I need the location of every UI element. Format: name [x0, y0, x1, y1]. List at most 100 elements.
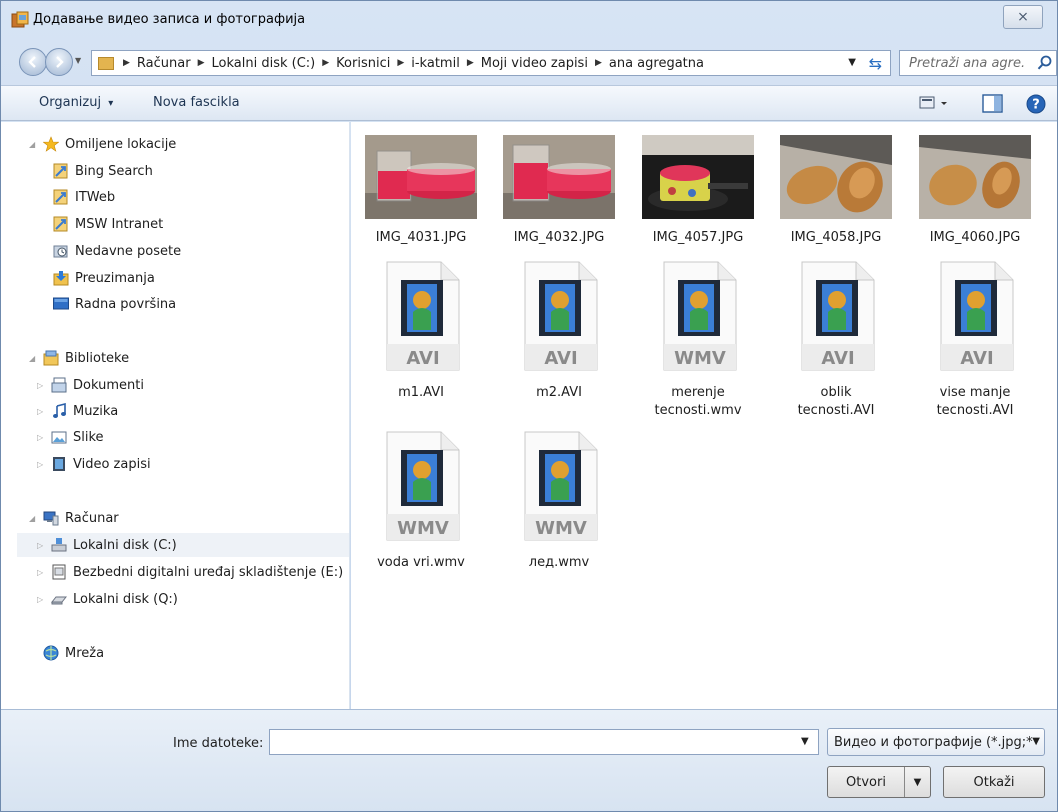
nav-item-label: Radna površina	[75, 296, 177, 312]
expand-icon[interactable]: ▷	[37, 460, 51, 469]
nav-group-favorites[interactable]: ◢ Omiljene lokacije	[29, 132, 176, 156]
file-item[interactable]: IMG_4031.JPG	[354, 135, 488, 247]
refresh-icon[interactable]: ⇆	[869, 54, 882, 73]
file-item[interactable]: IMG_4057.JPG	[631, 135, 765, 247]
file-name: vise manje tecnosti.AVI	[936, 385, 1014, 418]
search-icon[interactable]	[1037, 55, 1053, 71]
nav-item-music[interactable]: ▷ Muzika	[37, 399, 118, 423]
file-item[interactable]: WMV лед.wmv	[512, 430, 606, 572]
search-box[interactable]	[899, 50, 1057, 76]
dialog-footer: Ime datoteke: ▼ Видео и фотографије (*.j…	[1, 709, 1057, 811]
nav-item-pictures[interactable]: ▷ Slike	[37, 425, 104, 449]
nav-group-label: Omiljene lokacije	[65, 136, 177, 152]
help-icon[interactable]: ?	[1026, 94, 1046, 114]
chevron-right-icon[interactable]: ▶	[198, 58, 205, 68]
file-item[interactable]: AVI m2.AVI	[512, 260, 606, 402]
breadcrumb-item[interactable]: i-katmil	[411, 56, 460, 71]
view-options-icon[interactable]	[919, 94, 949, 112]
expand-icon[interactable]: ▷	[37, 407, 51, 416]
nav-item-msw-intranet[interactable]: MSW Intranet	[53, 212, 163, 236]
computer-icon	[43, 511, 59, 526]
collapse-icon[interactable]: ◢	[29, 514, 43, 523]
folder-icon	[98, 56, 114, 70]
nav-item-label: Lokalni disk (C:)	[73, 537, 177, 553]
nav-item-local-disk-q[interactable]: ▷ Lokalni disk (Q:)	[37, 587, 178, 611]
file-item[interactable]: AVI oblik tecnosti.AVI	[789, 260, 883, 420]
collapse-icon[interactable]: ◢	[29, 140, 43, 149]
file-item[interactable]: IMG_4058.JPG	[769, 135, 903, 247]
expand-icon[interactable]: ▷	[37, 541, 51, 550]
nav-item-label: Lokalni disk (Q:)	[73, 591, 178, 607]
chevron-right-icon[interactable]: ▶	[322, 58, 329, 68]
preview-pane-icon[interactable]	[982, 94, 1004, 114]
expand-icon[interactable]: ▷	[37, 595, 51, 604]
nav-item-itweb[interactable]: ITWeb	[53, 185, 115, 209]
file-item[interactable]: AVI m1.AVI	[374, 260, 468, 402]
documents-icon	[51, 377, 67, 393]
nav-group-computer[interactable]: ◢ Računar	[29, 506, 119, 530]
expand-icon[interactable]: ▷	[37, 381, 51, 390]
cancel-button-label: Otkaži	[973, 774, 1015, 790]
file-item[interactable]: AVI vise manje tecnosti.AVI	[928, 260, 1022, 420]
chevron-right-icon[interactable]: ▶	[397, 58, 404, 68]
filename-input[interactable]	[269, 729, 819, 755]
nav-group-network[interactable]: Mreža	[43, 641, 104, 665]
nav-group-label: Mreža	[65, 645, 105, 661]
chevron-right-icon[interactable]: ▶	[467, 58, 474, 68]
address-bar[interactable]: ▶ Računar ▶ Lokalni disk (C:) ▶ Korisnic…	[91, 50, 891, 76]
file-item[interactable]: WMV merenje tecnosti.wmv	[651, 260, 745, 420]
nav-item-videos[interactable]: ▷ Video zapisi	[37, 452, 151, 476]
address-dropdown-icon[interactable]: ▼	[848, 57, 856, 68]
cancel-button[interactable]: Otkaži	[943, 766, 1045, 798]
close-button[interactable]: ⨯	[1003, 5, 1043, 29]
back-button[interactable]	[19, 48, 47, 76]
network-icon	[43, 645, 59, 661]
photo-thumbnail	[642, 135, 754, 219]
file-name: merenje tecnosti.wmv	[654, 385, 742, 418]
filename-dropdown-icon[interactable]: ▼	[801, 736, 809, 747]
search-input[interactable]	[907, 54, 1027, 72]
videos-icon	[53, 457, 65, 471]
title-bar: Додавање видео записа и фотографија ⨯	[1, 1, 1057, 41]
nav-item-local-disk-c[interactable]: ▷ Lokalni disk (C:)	[17, 533, 349, 557]
new-folder-button[interactable]: Nova fascikla	[153, 95, 240, 110]
nav-item-label: Preuzimanja	[75, 270, 155, 286]
chevron-right-icon[interactable]: ▶	[123, 58, 130, 68]
open-button[interactable]: Otvori ▼	[827, 766, 931, 798]
nav-group-libraries[interactable]: ◢ Biblioteke	[29, 346, 129, 370]
breadcrumb-item[interactable]: ana agregatna	[609, 56, 704, 71]
collapse-icon[interactable]: ◢	[29, 354, 43, 363]
file-name: m2.AVI	[536, 385, 582, 400]
breadcrumb-item[interactable]: Korisnici	[336, 56, 390, 71]
file-name: voda vri.wmv	[377, 555, 465, 570]
nav-item-downloads[interactable]: Preuzimanja	[53, 266, 155, 290]
nav-item-bing-search[interactable]: Bing Search	[53, 159, 153, 183]
breadcrumb-item[interactable]: Lokalni disk (C:)	[212, 56, 316, 71]
command-bar: Organizuj ▾ Nova fascikla ?	[1, 85, 1057, 121]
nav-item-recent-places[interactable]: Nedavne posete	[53, 239, 181, 263]
breadcrumb-item[interactable]: Moji video zapisi	[481, 56, 588, 71]
expand-icon[interactable]: ▷	[37, 568, 51, 577]
format-text: AVI	[960, 348, 993, 369]
open-options-dropdown-icon[interactable]: ▼	[904, 767, 930, 797]
file-open-dialog: Додавање видео записа и фотографија ⨯ ▼ …	[0, 0, 1058, 812]
back-arrow-icon	[28, 56, 36, 68]
forward-button[interactable]	[45, 48, 73, 76]
nav-item-documents[interactable]: ▷ Dokumenti	[37, 373, 144, 397]
nav-item-sd-card-e[interactable]: ▷ Bezbedni digitalni uređaj skladištenje…	[37, 560, 343, 584]
file-item[interactable]: IMG_4032.JPG	[492, 135, 626, 247]
nav-item-desktop[interactable]: Radna površina	[53, 292, 176, 316]
history-dropdown-icon[interactable]: ▼	[75, 56, 81, 65]
breadcrumb-item[interactable]: Računar	[137, 56, 191, 71]
video-file-icon: WMV	[524, 431, 598, 541]
video-file-icon: WMV	[663, 261, 737, 371]
filetype-select[interactable]: Видео и фотографије (*.jpg;* ▼	[827, 728, 1045, 756]
organize-button[interactable]: Organizuj ▾	[39, 95, 113, 110]
drive-icon	[51, 538, 67, 552]
chevron-right-icon[interactable]: ▶	[595, 58, 602, 68]
file-item[interactable]: WMV voda vri.wmv	[374, 430, 468, 572]
expand-icon[interactable]: ▷	[37, 433, 51, 442]
photo-thumbnail	[780, 135, 892, 219]
photo-thumbnail	[365, 135, 477, 219]
file-item[interactable]: IMG_4060.JPG	[908, 135, 1042, 247]
